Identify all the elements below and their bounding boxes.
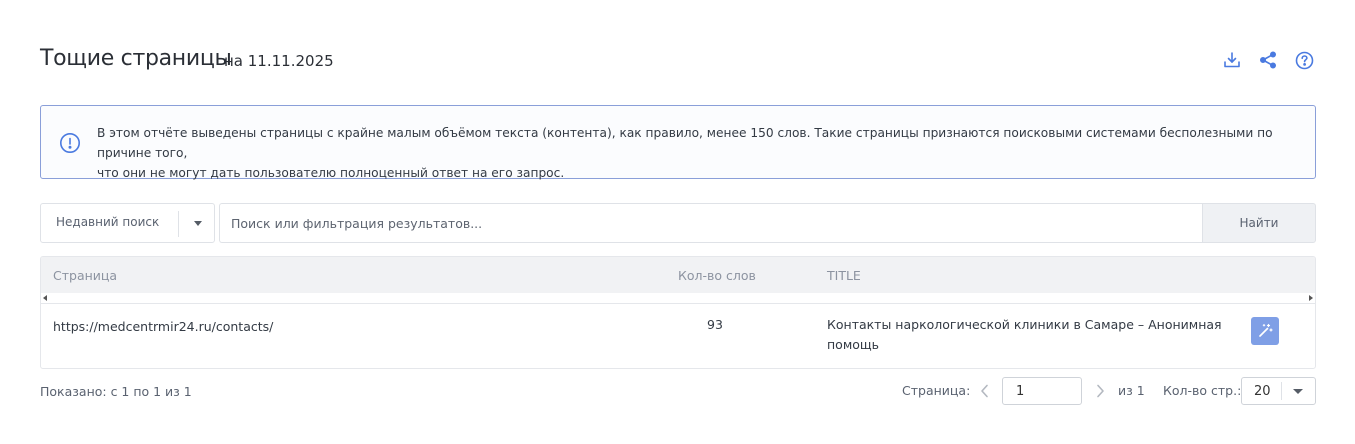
search-input[interactable] bbox=[220, 204, 1203, 242]
column-header-page[interactable]: Страница bbox=[53, 268, 117, 283]
recent-search-dropdown[interactable]: Недавний поиск bbox=[40, 203, 215, 243]
info-text: В этом отчёте выведены страницы с крайне… bbox=[97, 123, 1301, 183]
recent-search-label: Недавний поиск bbox=[56, 215, 160, 229]
page-label: Страница: bbox=[902, 383, 971, 398]
scroll-left-arrow-icon[interactable] bbox=[43, 295, 47, 301]
share-icon[interactable] bbox=[1256, 48, 1280, 72]
page-url[interactable]: https://medcentrmir24.ru/contacts/ bbox=[53, 317, 273, 337]
info-text-line-2: что они не могут дать пользователю полно… bbox=[97, 166, 565, 180]
recent-search-divider bbox=[178, 211, 179, 237]
info-circle-icon bbox=[60, 133, 80, 153]
scroll-right-arrow-icon[interactable] bbox=[1309, 295, 1313, 301]
page-title: Тощие страницы bbox=[40, 46, 232, 71]
chevron-left-icon bbox=[980, 384, 988, 398]
chevron-down-icon[interactable] bbox=[194, 221, 202, 226]
info-banner: В этом отчёте выведены страницы с крайне… bbox=[40, 105, 1316, 180]
column-header-word-count[interactable]: Кол-во слов bbox=[678, 268, 756, 283]
download-icon[interactable] bbox=[1220, 48, 1244, 72]
next-page-button[interactable] bbox=[1091, 381, 1109, 401]
prev-page-button[interactable] bbox=[975, 381, 993, 401]
page-size-select[interactable]: 20 bbox=[1241, 377, 1316, 405]
page-size-value: 20 bbox=[1254, 384, 1271, 399]
page-title-line-1: Контакты наркологической клиники в Самар… bbox=[827, 317, 1222, 332]
results-table: Страница Кол-во слов TITLE https://medce… bbox=[40, 256, 1316, 369]
search-field bbox=[219, 203, 1203, 243]
page-size-divider bbox=[1281, 382, 1282, 400]
table-header: Страница Кол-во слов TITLE bbox=[41, 257, 1315, 293]
chevron-down-icon bbox=[1293, 389, 1303, 394]
page-number-field bbox=[1002, 377, 1082, 405]
report-date: на 11.11.2025 bbox=[224, 52, 334, 70]
results-count: Показано: с 1 по 1 из 1 bbox=[40, 384, 192, 399]
magic-wand-icon bbox=[1259, 323, 1273, 337]
chevron-right-icon bbox=[1096, 384, 1104, 398]
help-icon[interactable] bbox=[1292, 48, 1316, 72]
column-header-title[interactable]: TITLE bbox=[827, 268, 861, 283]
optimize-button[interactable] bbox=[1251, 317, 1279, 345]
word-count: 93 bbox=[707, 317, 723, 332]
find-button[interactable]: Найти bbox=[1202, 203, 1316, 243]
header-actions bbox=[1220, 48, 1316, 72]
page-number-input[interactable] bbox=[1003, 378, 1081, 404]
page-title-line-2: помощь bbox=[827, 337, 880, 352]
total-pages: из 1 bbox=[1118, 383, 1145, 398]
horizontal-scrollbar[interactable] bbox=[41, 293, 1315, 304]
report-header: Тощие страницы на 11.11.2025 bbox=[40, 44, 1316, 76]
table-row: https://medcentrmir24.ru/contacts/ 93 Ко… bbox=[41, 305, 1315, 368]
page-size-label: Кол-во стр.: bbox=[1163, 383, 1242, 398]
info-text-line-1: В этом отчёте выведены страницы с крайне… bbox=[97, 126, 1273, 160]
page-title-cell: Контакты наркологической клиники в Самар… bbox=[827, 315, 1222, 355]
